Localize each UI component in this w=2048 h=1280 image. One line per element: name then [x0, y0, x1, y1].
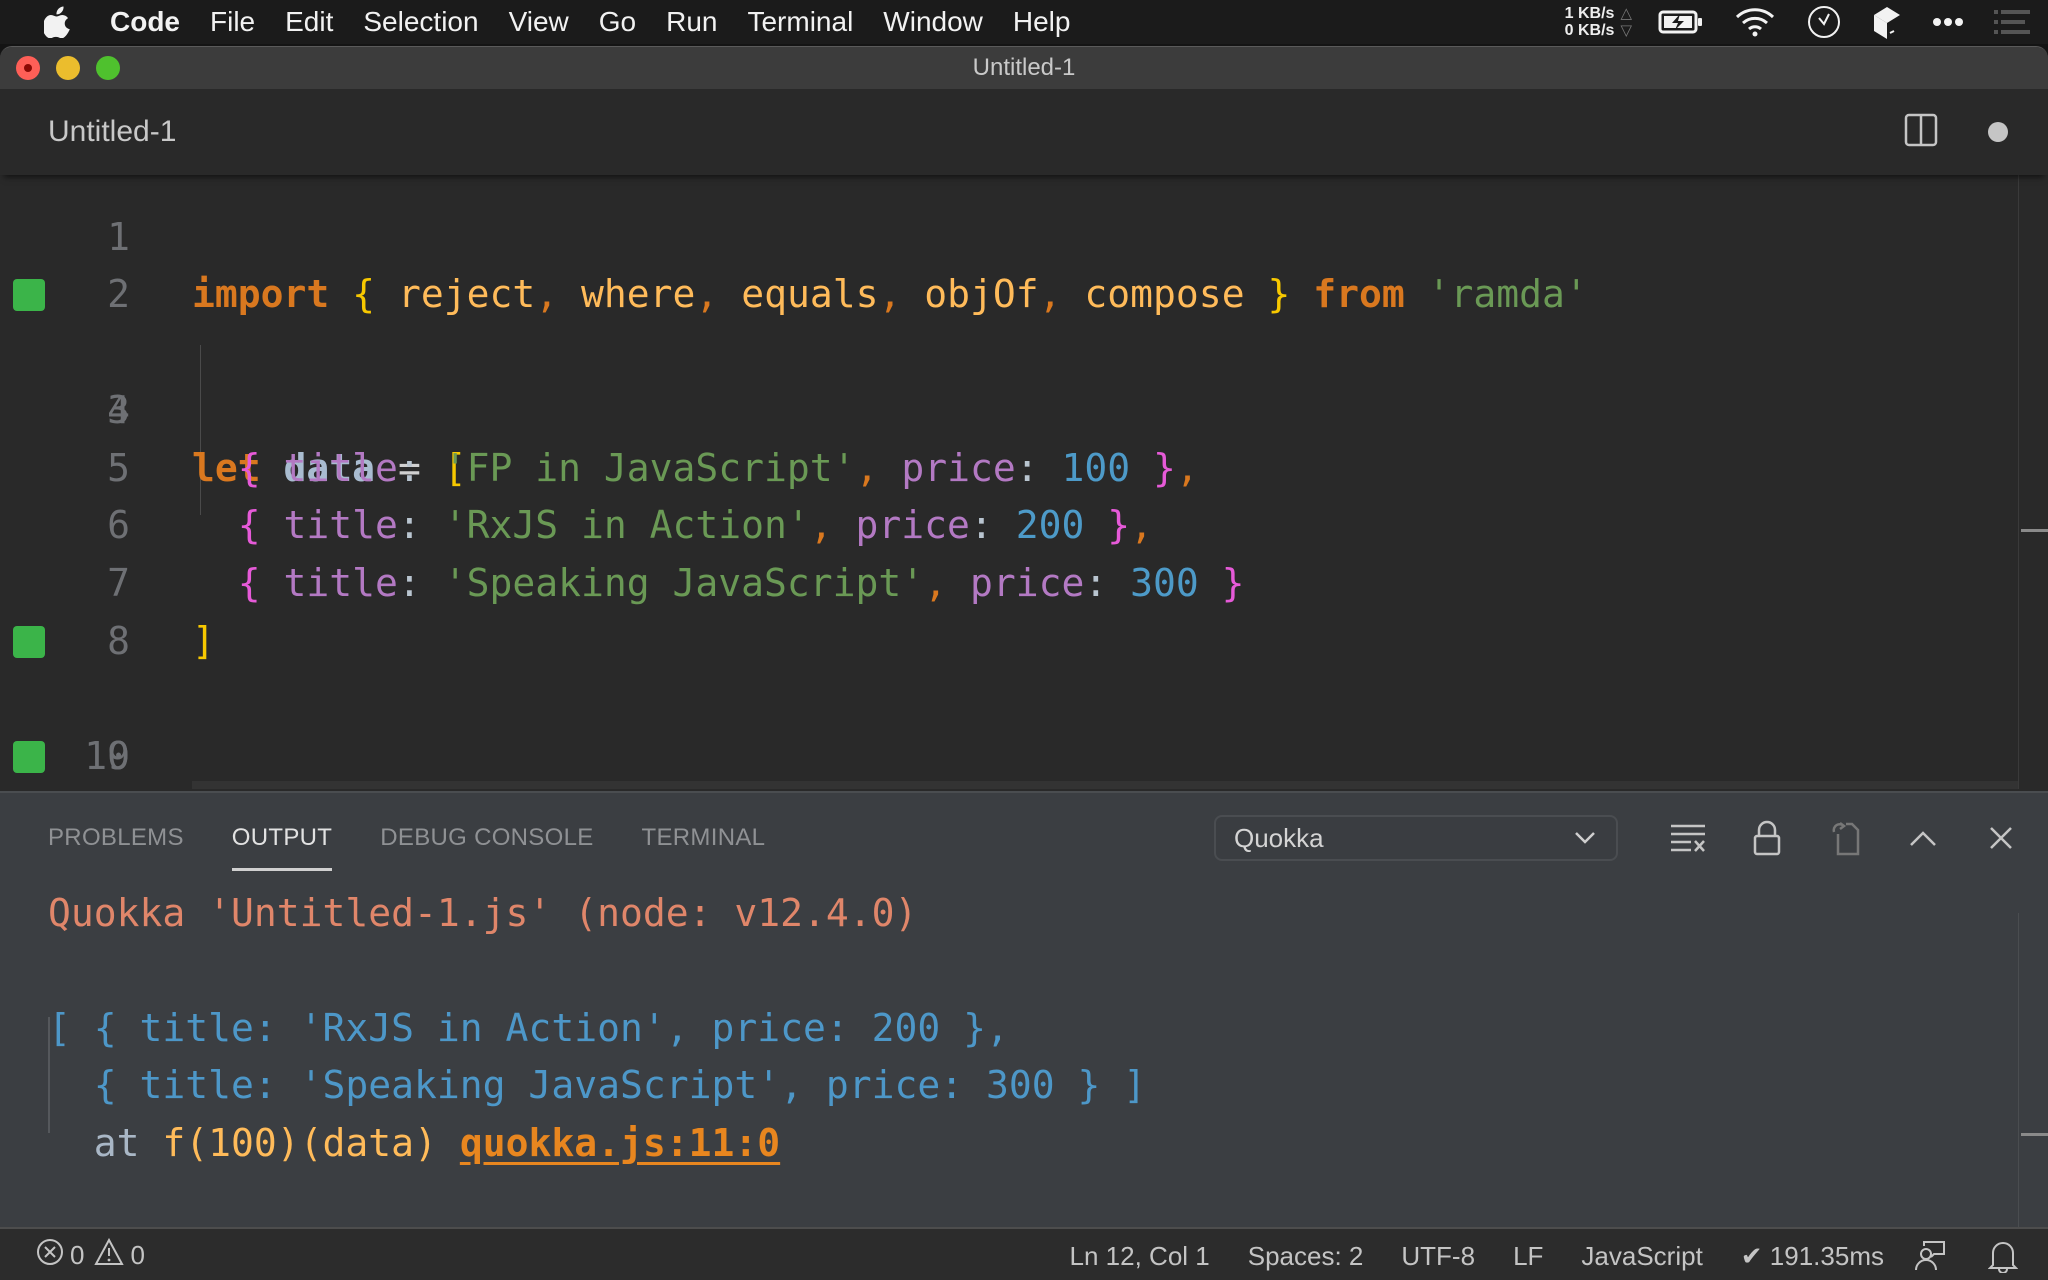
end-of-line[interactable]: LF	[1513, 1241, 1543, 1272]
output-header: Quokka 'Untitled-1.js' (node: v12.4.0)	[48, 891, 918, 935]
maximize-panel-icon[interactable]	[1884, 828, 1962, 848]
menu-go[interactable]: Go	[599, 0, 636, 44]
output-channel-value: Quokka	[1234, 822, 1324, 853]
code-line-4: 4 { title: 'FP in JavaScript', price: 10…	[0, 324, 2020, 490]
output-at-prefix	[48, 1121, 94, 1165]
problems-status[interactable]: 0 0	[36, 1237, 145, 1273]
status-bar-right: Ln 12, Col 1 Spaces: 2 UTF-8 LF JavaScri…	[1070, 1229, 2028, 1280]
output-console[interactable]: Quokka 'Untitled-1.js' (node: v12.4.0) […	[0, 883, 2018, 1229]
menu-view[interactable]: View	[509, 0, 569, 44]
panel-actions	[1650, 813, 2040, 863]
warning-count: 0	[130, 1239, 145, 1270]
lock-scroll-icon[interactable]	[1728, 820, 1806, 856]
menu-window[interactable]: Window	[883, 0, 983, 44]
wifi-icon[interactable]	[1734, 7, 1776, 37]
network-speed[interactable]: 1 KB/s 0 KB/s	[1565, 5, 1615, 39]
status-bar: 0 0 Ln 12, Col 1 Spaces: 2 UTF-8 LF Java…	[0, 1227, 2048, 1280]
unsaved-changes-dot-icon[interactable]	[1988, 122, 2008, 142]
code-line-9: 9 let f = compose(reject, where, objOf('…	[0, 613, 2020, 778]
clock-icon[interactable]	[1806, 4, 1842, 40]
editor-actions	[1904, 89, 2008, 175]
editor-vertical-scrollbar[interactable]	[2018, 175, 2048, 789]
coverage-indicator	[13, 279, 45, 312]
code-line-10: 10	[0, 670, 2020, 778]
tab-output[interactable]: OUTPUT	[231, 793, 333, 883]
net-arrows: △ ▽	[1620, 5, 1632, 39]
source-location-link[interactable]: quokka.js:11:0	[460, 1121, 780, 1165]
scrollbar-thumb[interactable]	[2021, 529, 2048, 532]
indentation-setting[interactable]: Spaces: 2	[1248, 1241, 1364, 1272]
code-line-2: 2	[0, 209, 2020, 316]
apple-menu-icon[interactable]	[40, 0, 76, 44]
tab-problems[interactable]: PROBLEMS	[48, 793, 184, 883]
notifications-bell-icon[interactable]	[1988, 1239, 2018, 1273]
editor-tab-untitled-1[interactable]: Untitled-1	[48, 115, 176, 149]
feedback-icon[interactable]	[1914, 1240, 1946, 1272]
output-location-line: at f(100)(data) quokka.js:11:0	[48, 1115, 780, 1172]
split-editor-icon[interactable]	[1904, 113, 1938, 152]
dropbox-style-icon[interactable]	[1872, 5, 1902, 39]
error-icon	[36, 1238, 64, 1273]
code-editor[interactable]: 1 import { reject, where, equals, objOf,…	[0, 175, 2048, 789]
scrollbar-thumb[interactable]	[2021, 1133, 2048, 1136]
code-line-7: 7 ]	[0, 497, 2020, 663]
coverage-indicator	[13, 741, 45, 773]
panel-tabs: PROBLEMS OUTPUT DEBUG CONSOLE TERMINAL	[48, 793, 765, 883]
code-line-5: 5 { title: 'RxJS in Action', price: 200 …	[0, 382, 2020, 548]
menu-app-code[interactable]: Code	[110, 0, 180, 44]
clear-output-icon[interactable]	[1650, 823, 1728, 853]
window-titlebar[interactable]: Untitled-1	[0, 47, 2048, 89]
editor-horizontal-scrollbar[interactable]	[192, 781, 2018, 789]
menu-terminal[interactable]: Terminal	[747, 0, 853, 44]
menu-edit[interactable]: Edit	[285, 0, 333, 44]
output-at-label: at	[93, 1121, 163, 1165]
menubar-tray: 1 KB/s 0 KB/s △ ▽	[1565, 0, 2048, 44]
chevron-down-icon	[1572, 825, 1598, 856]
editor-tab-bar: Untitled-1	[0, 89, 2048, 175]
menu-help[interactable]: Help	[1013, 0, 1071, 44]
panel-vertical-scrollbar[interactable]	[2018, 913, 2048, 1229]
cursor-position[interactable]: Ln 12, Col 1	[1070, 1241, 1210, 1272]
bottom-panel: PROBLEMS OUTPUT DEBUG CONSOLE TERMINAL Q…	[0, 791, 2048, 1229]
list-icon[interactable]	[1994, 9, 2030, 35]
output-value-line-2: { title: 'Speaking JavaScript', price: 3…	[48, 1063, 1147, 1107]
code-line-11: 11 f(100)(data) // ? [ { title: 'RxJS in…	[0, 728, 2020, 786]
menu-file[interactable]: File	[210, 0, 255, 44]
menu-selection[interactable]: Selection	[363, 0, 478, 44]
download-arrow-icon: ▽	[1620, 22, 1632, 39]
close-panel-icon[interactable]	[1962, 825, 2040, 851]
quokka-timing[interactable]: ✔ 191.35ms	[1741, 1241, 1884, 1272]
language-mode[interactable]: JavaScript	[1581, 1241, 1702, 1272]
code-line-8: 8	[0, 555, 2020, 663]
window-title: Untitled-1	[972, 54, 1076, 81]
macos-menubar: Code File Edit Selection View Go Run Ter…	[0, 0, 2048, 44]
upload-arrow-icon: △	[1620, 5, 1632, 22]
warning-icon	[94, 1237, 125, 1273]
tab-debug-console[interactable]: DEBUG CONSOLE	[380, 793, 593, 883]
code-line-3: 3 let data = [	[0, 266, 2020, 490]
output-value-line-1: [ { title: 'RxJS in Action', price: 200 …	[48, 1006, 1009, 1050]
menu-run[interactable]: Run	[666, 0, 717, 44]
error-count: 0	[70, 1239, 85, 1270]
code-line-1: 1 import { reject, where, equals, objOf,…	[0, 175, 2020, 317]
more-icon[interactable]	[1932, 17, 1964, 27]
output-channel-select[interactable]: Quokka	[1214, 815, 1618, 861]
tab-terminal[interactable]: TERMINAL	[642, 793, 766, 883]
open-log-file-icon[interactable]	[1806, 820, 1884, 856]
net-upload-speed: 1 KB/s	[1564, 5, 1615, 22]
output-at-expression: f(100)(data)	[162, 1121, 437, 1165]
coverage-indicator	[13, 625, 45, 658]
battery-charging-icon[interactable]	[1658, 9, 1704, 35]
code-line-6: 6 { title: 'Speaking JavaScript', price:…	[0, 440, 2020, 605]
vscode-window: Untitled-1 Untitled-1 1 import { reject,…	[0, 46, 2048, 1280]
file-encoding[interactable]: UTF-8	[1401, 1241, 1475, 1272]
net-download-speed: 0 KB/s	[1564, 22, 1615, 39]
